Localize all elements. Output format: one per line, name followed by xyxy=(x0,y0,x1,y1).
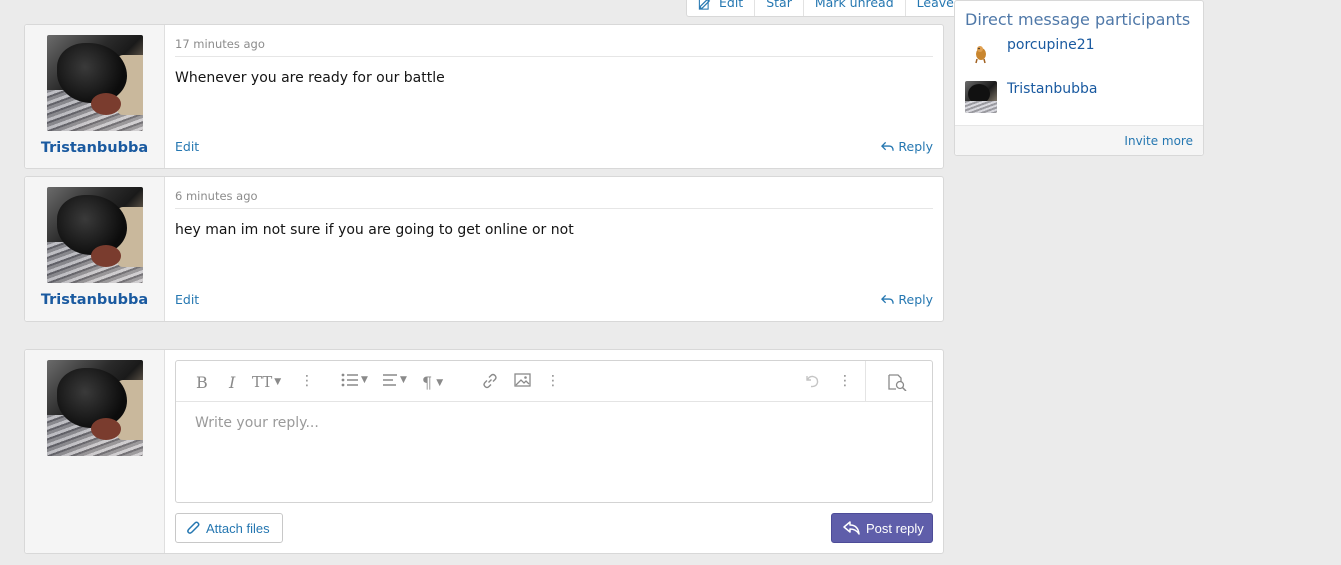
invite-more-link[interactable]: Invite more xyxy=(955,125,1203,155)
message-time[interactable]: 6 minutes ago xyxy=(175,177,933,209)
message-footer: Edit Reply xyxy=(175,139,933,154)
align-icon[interactable]: ▼ xyxy=(382,373,407,387)
avatar[interactable] xyxy=(46,35,143,131)
participant-item[interactable]: porcupine21 xyxy=(955,37,1203,81)
avatar[interactable] xyxy=(46,187,143,283)
reply-icon xyxy=(843,521,860,535)
participants-title: Direct message participants xyxy=(965,10,1191,29)
link-icon[interactable] xyxy=(482,373,498,389)
reply-user-cell xyxy=(25,350,165,553)
participant-avatar[interactable] xyxy=(965,81,997,113)
participant-name[interactable]: Tristanbubba xyxy=(1007,81,1098,97)
italic-icon[interactable]: I xyxy=(229,373,235,392)
message-body: hey man im not sure if you are going to … xyxy=(175,222,574,238)
text-size-icon[interactable]: TT ▼ xyxy=(252,373,281,391)
message-time[interactable]: 17 minutes ago xyxy=(175,25,933,57)
reply-button[interactable]: Reply xyxy=(881,139,933,154)
message-user-cell: Tristanbubba xyxy=(25,177,165,321)
message-item: Tristanbubba 6 minutes ago hey man im no… xyxy=(24,176,944,322)
star-button[interactable]: Star xyxy=(754,0,803,16)
reply-label: Reply xyxy=(898,139,933,154)
reply-icon xyxy=(881,294,895,304)
message-user-cell: Tristanbubba xyxy=(25,25,165,168)
username-link[interactable]: Tristanbubba xyxy=(41,292,148,308)
reply-input[interactable]: Write your reply... xyxy=(176,402,932,431)
preview-icon[interactable] xyxy=(888,374,908,391)
star-label: Star xyxy=(766,0,792,10)
message-footer: Edit Reply xyxy=(175,292,933,307)
paragraph-icon[interactable]: ¶ ▼ xyxy=(422,373,443,392)
edit-message-link[interactable]: Edit xyxy=(175,292,199,307)
edit-icon xyxy=(698,0,711,10)
mark-unread-button[interactable]: Mark unread xyxy=(802,0,905,16)
message-body: Whenever you are ready for our battle xyxy=(175,70,445,86)
attach-files-label: Attach files xyxy=(206,520,270,536)
post-reply-label: Post reply xyxy=(866,520,924,536)
porcupine-avatar-icon xyxy=(975,46,986,64)
reply-icon xyxy=(881,141,895,151)
bold-icon[interactable]: B xyxy=(196,373,208,392)
undo-icon[interactable] xyxy=(804,373,820,389)
image-icon[interactable] xyxy=(514,373,531,387)
avatar xyxy=(46,360,143,456)
reply-editor: B I TT ▼ ⋮ ▼ ▼ ¶ ▼ ⋮ ⋮ Write your reply.… xyxy=(175,360,933,503)
edit-thread-button[interactable]: Edit xyxy=(687,0,754,16)
more-vertical-icon[interactable]: ⋮ xyxy=(838,373,852,389)
message-main: 6 minutes ago hey man im not sure if you… xyxy=(165,177,943,321)
toolbar-divider xyxy=(865,361,866,402)
edit-message-link[interactable]: Edit xyxy=(175,139,199,154)
reply-label: Reply xyxy=(898,292,933,307)
participant-avatar[interactable] xyxy=(965,37,997,69)
participant-item[interactable]: Tristanbubba xyxy=(955,81,1203,125)
more-vertical-icon[interactable]: ⋮ xyxy=(300,373,314,389)
editor-toolbar: B I TT ▼ ⋮ ▼ ▼ ¶ ▼ ⋮ ⋮ xyxy=(176,361,932,402)
leave-label: Leave xyxy=(916,0,954,10)
mark-unread-label: Mark unread xyxy=(814,0,894,10)
username-link[interactable]: Tristanbubba xyxy=(41,140,148,156)
message-item: Tristanbubba 17 minutes ago Whenever you… xyxy=(24,24,944,169)
participant-name[interactable]: porcupine21 xyxy=(1007,37,1095,53)
reply-button[interactable]: Reply xyxy=(881,292,933,307)
paperclip-icon xyxy=(187,521,200,534)
message-main: 17 minutes ago Whenever you are ready fo… xyxy=(165,25,943,168)
thread-action-bar: Edit Star Mark unread Leave xyxy=(686,0,966,17)
participants-panel: Direct message participants porcupine21 … xyxy=(954,0,1204,156)
attach-files-button[interactable]: Attach files xyxy=(175,513,283,543)
list-icon[interactable]: ▼ xyxy=(341,373,368,387)
post-reply-button[interactable]: Post reply xyxy=(831,513,933,543)
edit-thread-label: Edit xyxy=(719,0,744,10)
more-vertical-icon[interactable]: ⋮ xyxy=(546,373,560,389)
reply-form: B I TT ▼ ⋮ ▼ ▼ ¶ ▼ ⋮ ⋮ Write your reply.… xyxy=(24,349,944,554)
